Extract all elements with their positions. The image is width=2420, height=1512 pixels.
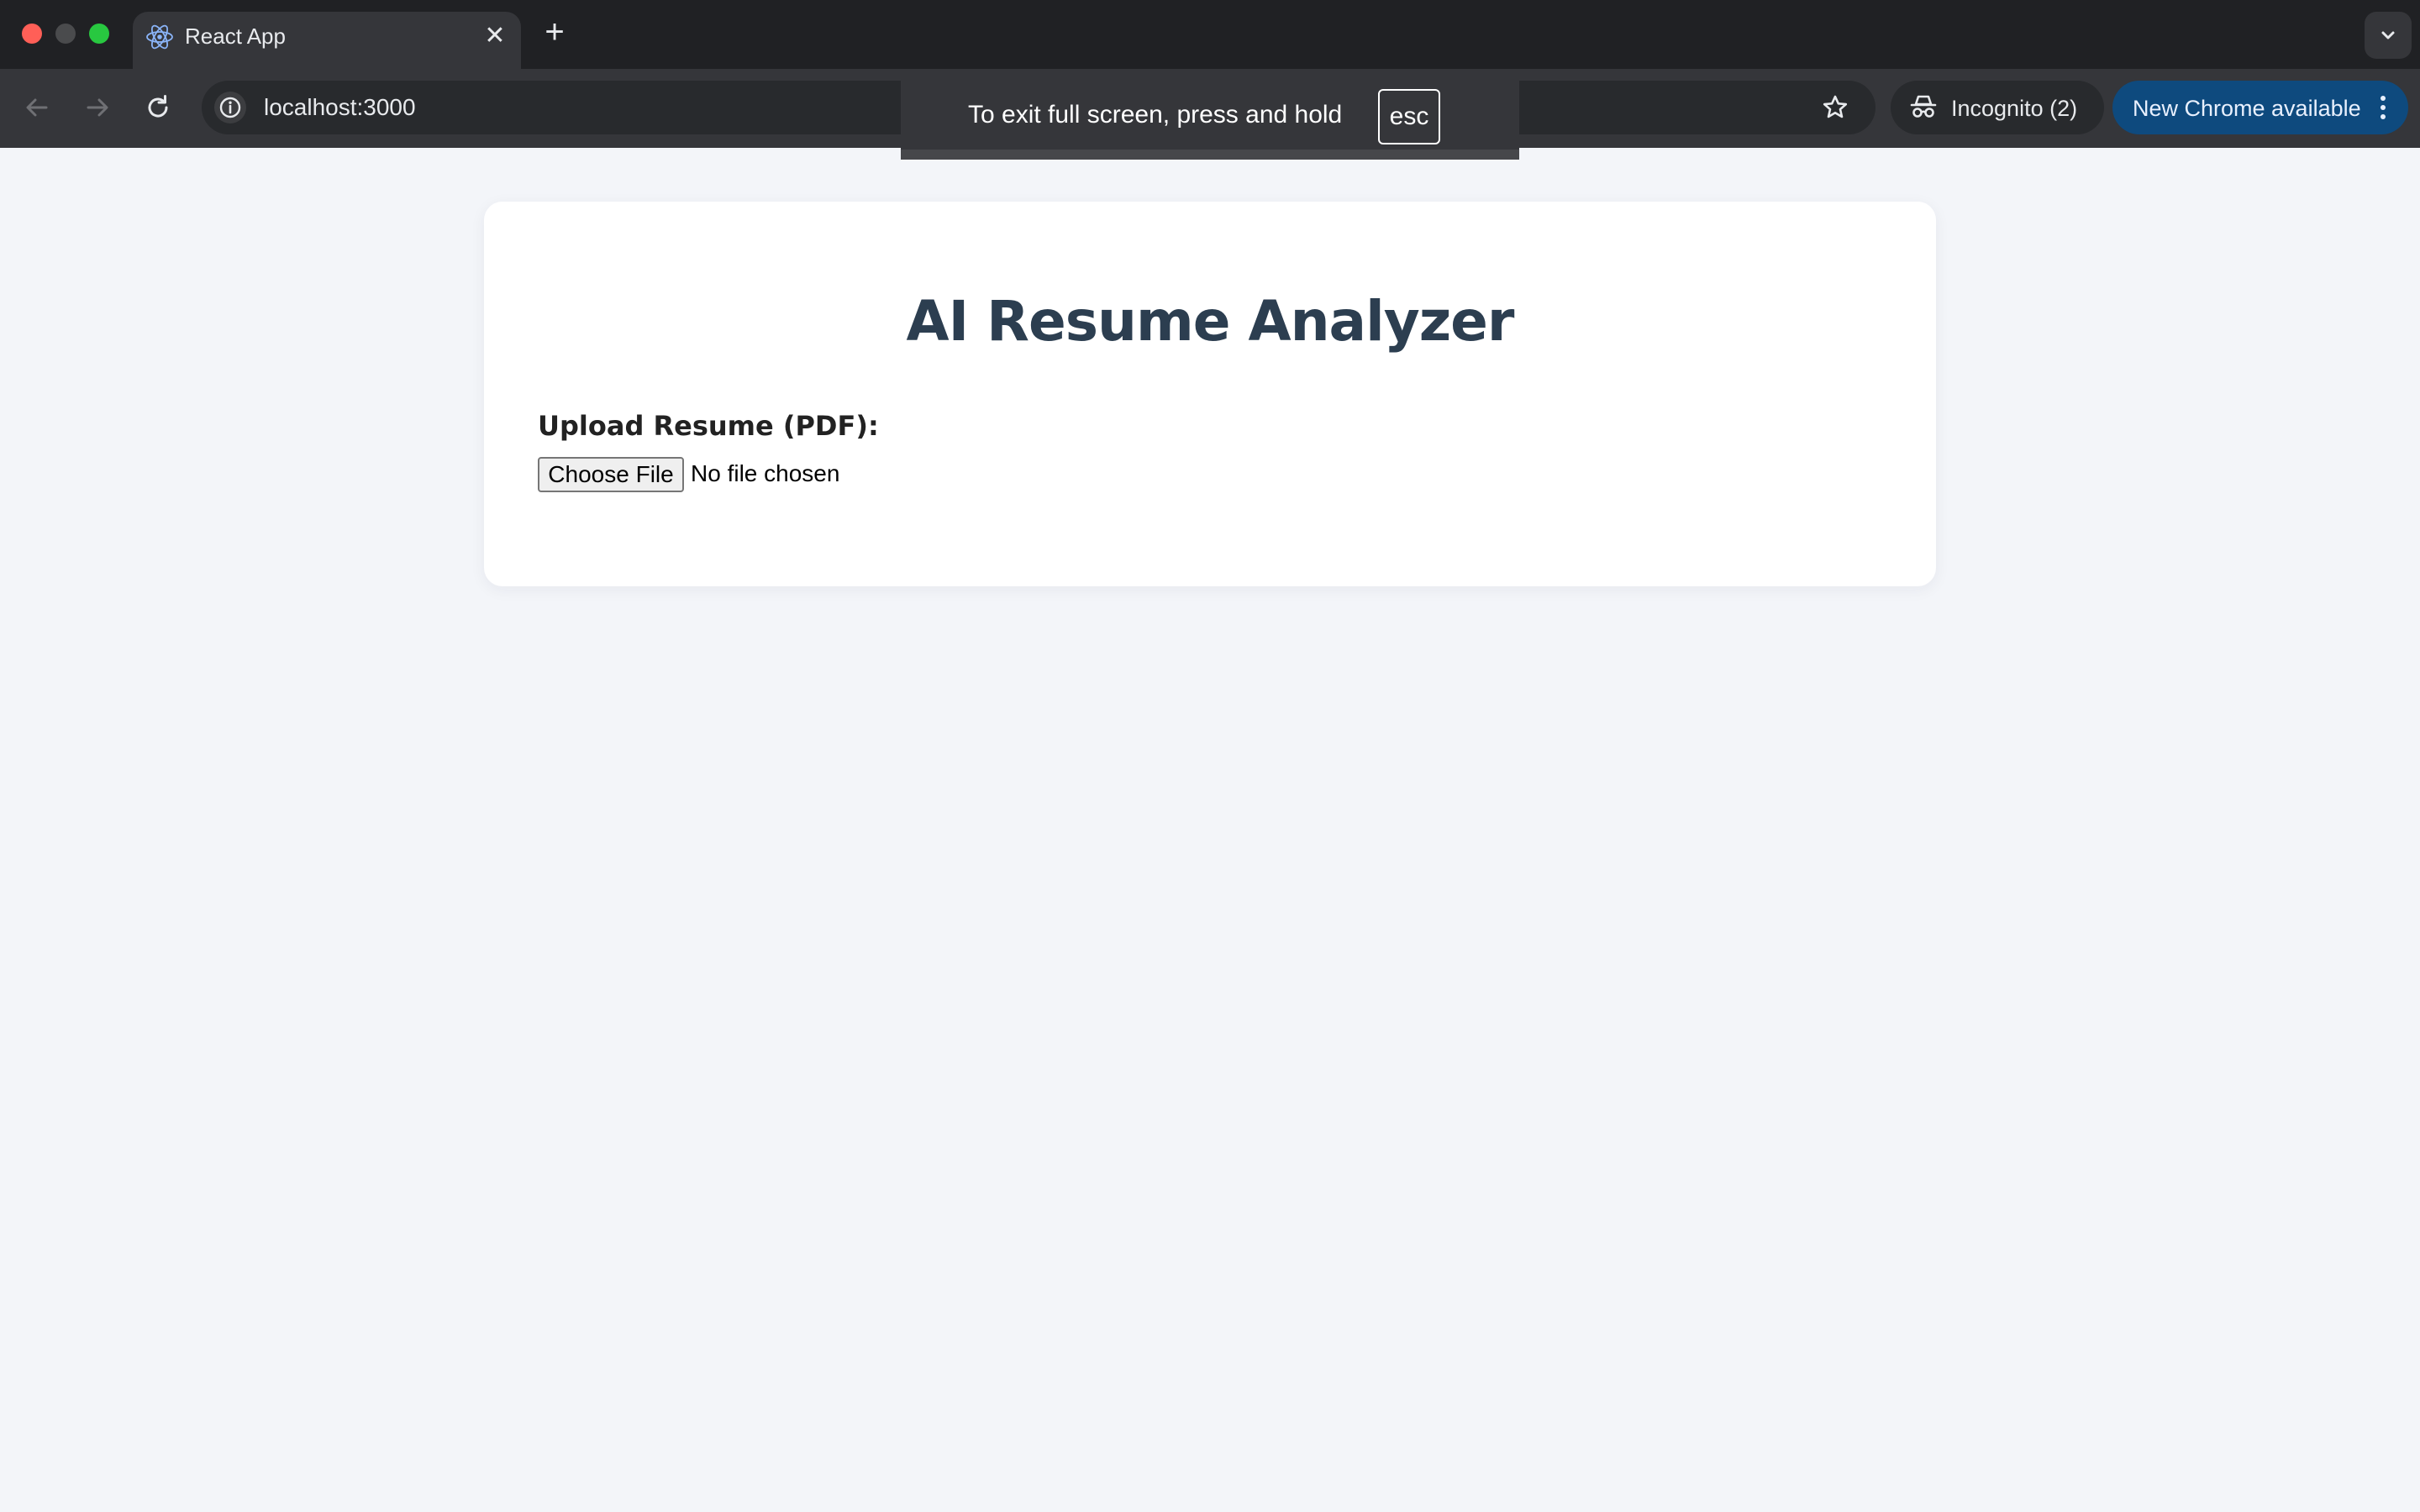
react-logo-icon (145, 22, 175, 52)
window-fullscreen-icon[interactable] (89, 24, 109, 44)
window-close-icon[interactable] (22, 24, 42, 44)
site-info-icon[interactable] (213, 91, 247, 124)
file-status-text: No file chosen (691, 460, 840, 486)
choose-file-button[interactable]: Choose File (538, 457, 684, 492)
chevron-down-icon (2381, 31, 2395, 39)
back-arrow-icon[interactable] (20, 91, 54, 124)
browser-tab-bar: React App ✕ + (0, 0, 2420, 69)
more-vert-icon[interactable] (2376, 91, 2390, 124)
reload-icon[interactable] (141, 91, 175, 124)
browser-tab[interactable]: React App ✕ (133, 12, 521, 69)
fullscreen-message: To exit full screen, press and hold (968, 101, 1343, 129)
tab-search-button[interactable] (2365, 12, 2412, 59)
update-label: New Chrome available (2133, 96, 2361, 121)
incognito-icon (1909, 92, 1938, 121)
update-chrome-button[interactable]: New Chrome available (2112, 81, 2408, 134)
close-tab-icon[interactable]: ✕ (482, 24, 508, 49)
resume-upload-card: AI Resume Analyzer Upload Resume (PDF): … (484, 202, 1936, 586)
esc-key-badge: esc (1378, 89, 1440, 144)
incognito-button[interactable]: Incognito (2) (1891, 81, 2104, 134)
new-tab-icon[interactable]: + (538, 15, 571, 49)
fullscreen-exit-toast: To exit full screen, press and hold esc (901, 76, 1519, 160)
upload-label: Upload Resume (PDF): (538, 410, 879, 442)
incognito-label: Incognito (2) (1951, 96, 2078, 121)
page-title: AI Resume Analyzer (906, 289, 1515, 354)
forward-arrow-icon[interactable] (81, 91, 114, 124)
url-text: localhost:3000 (264, 94, 416, 120)
tab-title: React App (185, 24, 286, 49)
bookmark-star-icon[interactable] (1818, 91, 1852, 124)
window-minimize-icon[interactable] (55, 24, 76, 44)
